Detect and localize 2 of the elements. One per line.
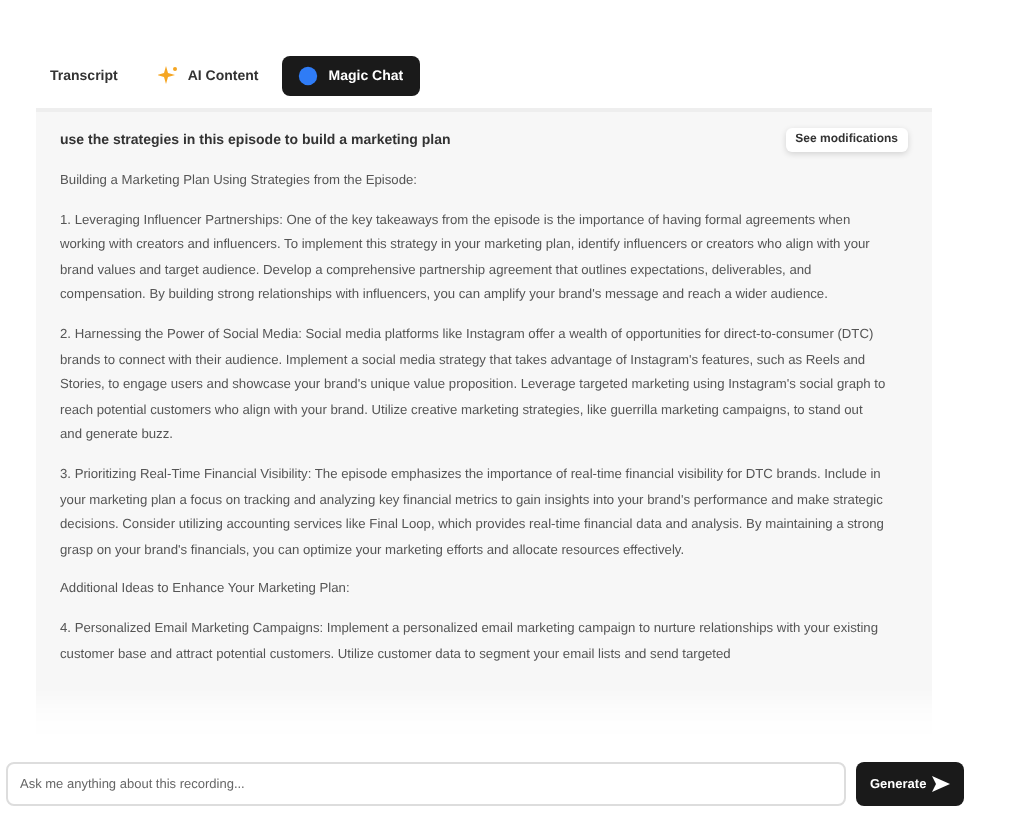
- sparkle-icon: [157, 66, 178, 86]
- send-icon: [932, 776, 951, 792]
